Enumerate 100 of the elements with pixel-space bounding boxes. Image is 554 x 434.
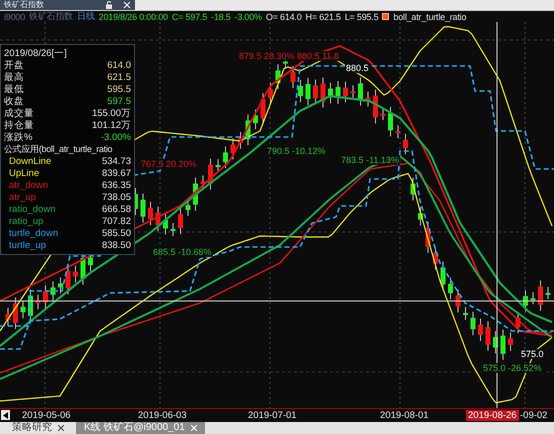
scroll-left-button[interactable]	[1, 410, 10, 420]
candlestick	[43, 284, 48, 310]
candlestick	[388, 106, 393, 137]
change-percent: -3.00%	[234, 12, 262, 22]
candlestick	[170, 222, 176, 237]
quote-value: 597.5	[107, 96, 131, 106]
candlestick	[13, 296, 18, 330]
candlestick	[320, 77, 326, 108]
indicator-label: atr_down	[8, 180, 48, 190]
formula-title: 公式应用(boll_atr_turtle_ratio	[4, 142, 112, 156]
date-label: 2019-05-06	[21, 410, 72, 421]
price-change: -18.5	[211, 12, 231, 22]
document-tab[interactable]: K线 铁矿石@i9000_01	[76, 422, 205, 434]
indicator-value: 839.67	[102, 168, 131, 178]
date-label: 2019-08-26	[466, 410, 519, 421]
candlestick	[523, 290, 528, 312]
indicator-value: 636.35	[102, 180, 131, 190]
date-label: 2019-06-03	[137, 410, 188, 421]
candlestick	[373, 89, 378, 124]
candlestick	[58, 276, 63, 294]
candlestick	[486, 320, 490, 352]
candlestick	[20, 300, 26, 319]
candlestick	[350, 84, 356, 98]
window-title: 铁矿石指数	[4, 0, 44, 10]
candlestick	[140, 193, 146, 224]
price-annotation: 575.0 -26.52%	[482, 363, 543, 373]
candlestick	[448, 277, 453, 300]
candlestick	[456, 289, 460, 313]
candlestick	[403, 133, 408, 155]
candlestick	[290, 65, 296, 89]
price-annotation: 767.5 20.20%	[140, 159, 198, 169]
quote-value: 621.5	[107, 72, 131, 82]
candlestick	[200, 174, 206, 190]
candlestick	[246, 114, 250, 146]
price-annotation: 575.0	[520, 349, 545, 359]
candlestick	[36, 294, 40, 310]
low-price: L= 595.5	[344, 12, 378, 22]
candlestick	[478, 318, 483, 342]
quote-label: 最低	[4, 82, 24, 96]
candlestick	[6, 308, 10, 326]
price-annotation: 880.5	[345, 63, 370, 73]
document-tab[interactable]: 策略研究	[4, 422, 72, 434]
tab-label: K线 铁矿石@i9000_01	[84, 422, 185, 434]
candlestick	[418, 206, 423, 226]
candlestick	[260, 92, 266, 125]
indicator-label: UpLine	[8, 168, 40, 178]
date-label: -09-02	[519, 410, 548, 421]
quote-value: 101.12万	[92, 118, 131, 132]
candlestick	[238, 131, 243, 150]
price-annotation: 685.5 -10.68%	[152, 247, 213, 257]
symbol-name: 铁矿石指数	[29, 10, 74, 23]
close-button[interactable]	[123, 1, 131, 9]
indicator-label: DownLine	[8, 156, 52, 166]
candlestick	[156, 206, 160, 232]
period-label[interactable]: 日线	[77, 10, 95, 23]
candlestick	[546, 286, 550, 300]
date-label: 2019-07-01	[247, 410, 298, 421]
indicator-value: 838.50	[102, 240, 131, 250]
candlestick	[508, 332, 513, 352]
symbol-code: i9000	[4, 12, 26, 22]
close-price: C= 597.5	[172, 12, 208, 22]
indicator-value: 707.82	[102, 216, 131, 226]
quote-label: 涨跌%	[4, 130, 32, 144]
quote-value: -3.00%	[100, 132, 131, 142]
candlestick	[148, 201, 153, 226]
price-annotation: 783.5 -11.13%	[340, 155, 400, 165]
quote-label: 开盘	[4, 58, 24, 72]
candlestick	[433, 246, 438, 270]
candlestick	[426, 221, 430, 254]
left-arrow-icon	[3, 412, 8, 418]
indicator-label: turtle_down	[8, 228, 58, 238]
tab-label: 策略研究	[12, 422, 52, 434]
candlestick	[328, 82, 333, 104]
price-annotation: 880.5 11.8	[296, 51, 340, 61]
indicator-value: 666.58	[102, 204, 131, 214]
price-annotation: 790.5 -10.12%	[266, 146, 327, 156]
quote-label: 收盘	[4, 94, 24, 108]
quote-label: 持仓量	[4, 118, 34, 132]
candlestick	[208, 158, 213, 190]
quote-label: 成交量	[4, 106, 34, 120]
high-price: H= 621.5	[306, 12, 341, 22]
indicator-label: ratio_down	[8, 204, 56, 214]
candlestick	[440, 260, 446, 292]
indicator-value: 585.50	[102, 228, 131, 238]
candlestick	[358, 76, 363, 106]
quote-value: 155.00万	[92, 106, 131, 120]
candlestick	[50, 280, 56, 302]
candlestick	[396, 124, 400, 139]
legend-icon	[382, 13, 390, 20]
lock-icon[interactable]	[105, 1, 113, 9]
candlestick	[223, 146, 228, 169]
indicator-label: turtle_up	[8, 240, 46, 250]
date-label: 2019-08-01	[379, 410, 430, 421]
candlestick	[336, 80, 340, 104]
candlestick	[193, 177, 198, 212]
close-icon[interactable]	[58, 425, 64, 431]
candlestick	[493, 330, 498, 354]
open-price: O= 614.0	[266, 12, 302, 22]
candlestick	[73, 265, 78, 283]
candlestick	[516, 311, 520, 334]
